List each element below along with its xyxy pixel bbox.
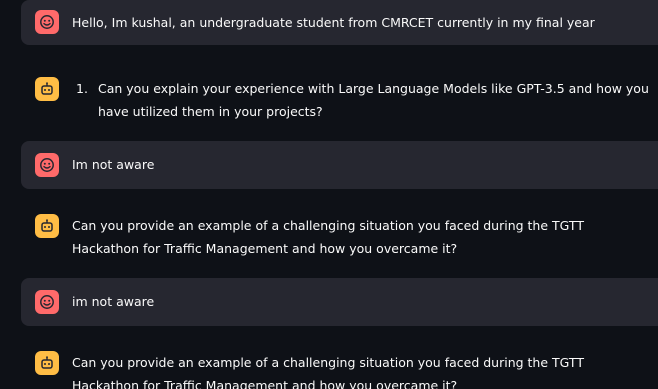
- robot-icon: [35, 351, 59, 375]
- message-text: Can you provide an example of a challeng…: [72, 218, 584, 256]
- chat-container: Hello, Im kushal, an undergraduate stude…: [0, 0, 658, 389]
- smiley-face-icon: [35, 153, 59, 177]
- list-number: 1.: [76, 81, 88, 96]
- message-text: Can you explain your experience with Lar…: [98, 81, 649, 119]
- message-text: Hello, Im kushal, an undergraduate stude…: [72, 15, 595, 30]
- chat-message-user: Im not aware: [21, 141, 658, 189]
- chat-message-user: im not aware: [21, 278, 658, 326]
- chat-message-assistant: 1. Can you explain your experience with …: [21, 68, 658, 128]
- smiley-face-icon: [35, 10, 59, 34]
- message-text: im not aware: [72, 294, 155, 309]
- chat-message-assistant: Can you provide an example of a challeng…: [21, 206, 658, 266]
- smiley-face-icon: [35, 290, 59, 314]
- chat-message-user: Hello, Im kushal, an undergraduate stude…: [21, 0, 658, 45]
- chat-message-assistant: Can you provide an example of a challeng…: [21, 343, 658, 389]
- message-text: Im not aware: [72, 157, 155, 172]
- robot-icon: [35, 77, 59, 101]
- message-text: Can you provide an example of a challeng…: [72, 355, 584, 389]
- robot-icon: [35, 214, 59, 238]
